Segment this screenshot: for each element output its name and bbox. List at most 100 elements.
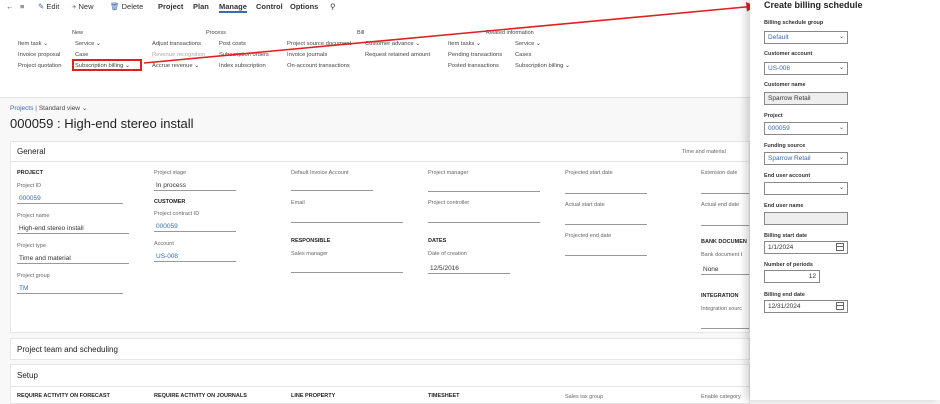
billing-group-select[interactable]: Default ⌄ xyxy=(764,31,848,44)
projected-end-field[interactable] xyxy=(565,245,647,256)
project-type-field[interactable]: Time and material xyxy=(17,253,129,264)
calendar-icon[interactable] xyxy=(836,243,844,251)
creation-date-label: Date of creation xyxy=(428,251,467,257)
billing-end-date-label: Billing end date xyxy=(764,292,805,298)
project-value: 000059 xyxy=(768,125,790,132)
project-label: Project xyxy=(764,113,783,119)
actual-end-label: Actual end date xyxy=(701,202,740,208)
team-header[interactable]: Project team and scheduling xyxy=(17,345,118,354)
general-summary: Time and material xyxy=(682,149,726,155)
integration-source-label: Integration sourc xyxy=(701,306,742,312)
funding-source-label: Funding source xyxy=(764,143,806,149)
extension-date-label: Extension date xyxy=(701,170,738,176)
customer-account-label: Customer account xyxy=(764,51,813,57)
customer-name-label: Customer name xyxy=(764,82,806,88)
chevron-down-icon: ⌄ xyxy=(838,125,844,131)
billing-start-date-field[interactable]: 1/1/2024 xyxy=(764,241,848,254)
project-group-field[interactable]: TM xyxy=(17,283,123,294)
chevron-down-icon: ⌄ xyxy=(838,155,844,161)
team-fasttab[interactable]: Project team and scheduling xyxy=(10,338,750,360)
customer-section: CUSTOMER xyxy=(154,199,186,205)
chevron-down-icon: ⌄ xyxy=(81,105,88,112)
customer-account-select[interactable]: US-008 ⌄ xyxy=(764,62,848,75)
view-selector[interactable]: Standard view ⌄ xyxy=(39,105,87,112)
number-of-periods-field[interactable]: 12 xyxy=(764,270,820,283)
create-billing-schedule-panel: Create billing schedule Billing schedule… xyxy=(750,0,940,400)
general-fasttab: General Time and material PROJECT Projec… xyxy=(10,141,750,333)
end-user-account-select[interactable]: ⌄ xyxy=(764,182,848,195)
chevron-down-icon: ⌄ xyxy=(838,65,844,71)
general-header[interactable]: General xyxy=(17,147,45,156)
default-invoice-field[interactable] xyxy=(291,180,373,191)
projected-start-label: Projected start date xyxy=(565,170,613,176)
project-controller-field[interactable] xyxy=(428,212,540,223)
project-controller-label: Project controller xyxy=(428,200,470,206)
projected-start-field[interactable] xyxy=(565,183,647,194)
billing-end-date-value: 12/31/2024 xyxy=(768,303,801,310)
extension-date-field[interactable] xyxy=(701,183,749,194)
contract-field[interactable]: 000059 xyxy=(154,221,236,232)
end-user-name-label: End user name xyxy=(764,203,804,209)
project-name-field[interactable]: High-end stereo install xyxy=(17,223,129,234)
customer-name-field: Sparrow Retail xyxy=(764,92,848,105)
setup-col-journals: REQUIRE ACTIVITY ON JOURNALS xyxy=(154,393,247,399)
bank-document-field[interactable]: None xyxy=(701,264,749,275)
account-label: Account xyxy=(154,241,174,247)
end-user-name-field xyxy=(764,212,848,225)
sales-tax-group-label: Sales tax group xyxy=(565,394,604,400)
setup-col-line-property: LINE PROPERTY xyxy=(291,393,336,399)
email-field[interactable] xyxy=(291,212,403,223)
integration-source-field[interactable] xyxy=(701,318,749,329)
billing-group-label: Billing schedule group xyxy=(764,20,824,26)
funding-source-select[interactable]: Sparrow Retail ⌄ xyxy=(764,152,848,165)
dates-section: DATES xyxy=(428,238,447,244)
divider xyxy=(11,161,749,162)
breadcrumb-separator: | xyxy=(35,105,37,112)
chevron-down-icon: ⌄ xyxy=(838,34,844,40)
project-manager-label: Project manager xyxy=(428,170,469,176)
funding-source-value: Sparrow Retail xyxy=(768,155,811,162)
setup-header[interactable]: Setup xyxy=(17,371,38,380)
bank-document-section: BANK DOCUMEN xyxy=(701,239,747,245)
actual-start-field[interactable] xyxy=(565,214,647,225)
project-stage-label: Project stage xyxy=(154,170,187,176)
page-title: 000059 : High-end stereo install xyxy=(10,116,194,131)
projected-end-label: Projected end date xyxy=(565,233,612,239)
billing-group-value: Default xyxy=(768,34,789,41)
billing-end-date-field[interactable]: 12/31/2024 xyxy=(764,300,848,313)
contract-label: Project contract ID xyxy=(154,211,200,217)
project-section: PROJECT xyxy=(17,170,43,176)
responsible-section: RESPONSIBLE xyxy=(291,238,331,244)
sales-manager-field[interactable] xyxy=(291,262,403,273)
project-id-field[interactable]: 000059 xyxy=(17,193,123,204)
project-name-label: Project name xyxy=(17,213,50,219)
divider xyxy=(11,386,749,387)
view-label: Standard view xyxy=(38,105,81,112)
default-invoice-label: Default Invoice Account xyxy=(291,170,349,176)
billing-start-date-label: Billing start date xyxy=(764,233,808,239)
breadcrumb: Projects | Standard view ⌄ xyxy=(10,104,87,112)
integration-section: INTEGRATION xyxy=(701,293,739,299)
breadcrumb-projects-link[interactable]: Projects xyxy=(10,105,33,112)
project-manager-field[interactable] xyxy=(428,181,540,192)
account-field[interactable]: US-008 xyxy=(154,251,236,262)
project-group-label: Project group xyxy=(17,273,50,279)
billing-start-date-value: 1/1/2024 xyxy=(768,244,794,251)
customer-account-value: US-008 xyxy=(768,65,791,72)
actual-start-label: Actual start date xyxy=(565,202,605,208)
project-select[interactable]: 000059 ⌄ xyxy=(764,122,848,135)
bank-document-label: Bank document t xyxy=(701,252,743,258)
creation-date-field[interactable]: 12/5/2016 xyxy=(428,263,510,274)
project-stage-field[interactable]: In process xyxy=(154,180,236,191)
project-type-label: Project type xyxy=(17,243,47,249)
sales-manager-label: Sales manager xyxy=(291,251,328,257)
chevron-down-icon: ⌄ xyxy=(838,185,844,191)
calendar-icon[interactable] xyxy=(836,302,844,310)
email-label: Email xyxy=(291,200,305,206)
setup-fasttab: Setup REQUIRE ACTIVITY ON FORECAST REQUI… xyxy=(10,364,750,404)
actual-end-field[interactable] xyxy=(701,215,749,226)
project-id-label: Project ID xyxy=(17,183,42,189)
number-of-periods-label: Number of periods xyxy=(764,262,813,268)
panel-title: Create billing schedule xyxy=(764,0,863,10)
enable-category-label: Enable category xyxy=(701,394,741,400)
